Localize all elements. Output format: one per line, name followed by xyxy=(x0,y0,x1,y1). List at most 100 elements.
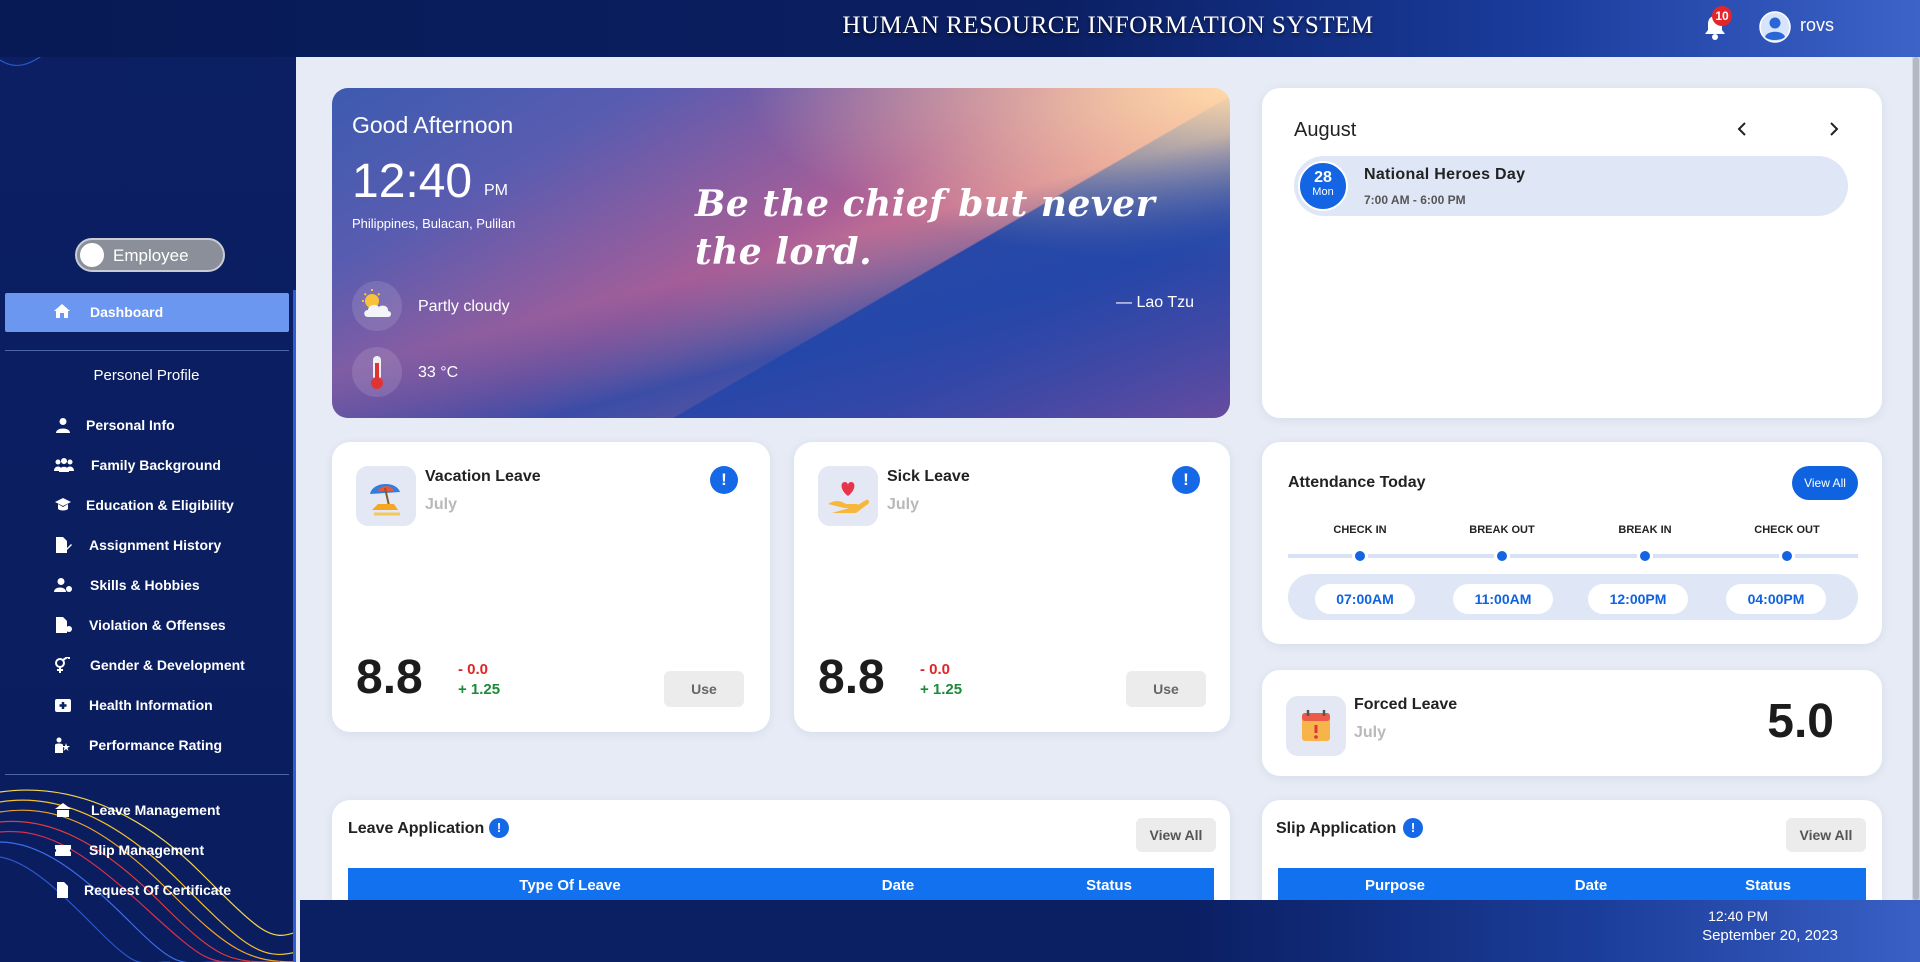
sidebar-item-slip-management[interactable]: Slip Management xyxy=(0,834,290,866)
timeline-dot xyxy=(1352,548,1368,564)
ticket-icon xyxy=(55,845,71,856)
beach-umbrella-icon xyxy=(356,466,416,526)
attendance-times: 07:00AM 11:00AM 12:00PM 04:00PM xyxy=(1288,574,1858,620)
user-gear-icon xyxy=(54,578,72,592)
leave-icon xyxy=(55,803,71,817)
user-avatar-icon[interactable] xyxy=(1759,11,1791,43)
current-time: 12:40 xyxy=(352,155,473,208)
leave-application-info-icon[interactable]: ! xyxy=(489,818,509,838)
timeline-dot xyxy=(1637,548,1653,564)
check-in-time: 07:00AM xyxy=(1315,584,1415,614)
leave-application-title: Leave Application xyxy=(348,820,485,837)
sidebar-item-education-eligibility[interactable]: Education & Eligibility xyxy=(0,489,290,521)
sidebar-item-label: Education & Eligibility xyxy=(86,497,234,513)
vacation-leave-title: Vacation Leave xyxy=(425,468,541,485)
vacation-leave-month: July xyxy=(425,496,458,513)
chevron-left-icon[interactable] xyxy=(1732,118,1754,140)
event-name: National Heroes Day xyxy=(1364,166,1526,183)
vacation-leave-accrual: + 1.25 xyxy=(458,681,501,698)
sidebar-item-assignment-history[interactable]: Assignment History xyxy=(0,529,290,561)
break-out-time: 11:00AM xyxy=(1453,584,1553,614)
sick-leave-balance: 8.8 xyxy=(818,651,885,704)
forced-leave-title: Forced Leave xyxy=(1354,696,1458,713)
sidebar-item-health-information[interactable]: Health Information xyxy=(0,689,290,721)
certificate-icon xyxy=(57,882,68,898)
top-bar xyxy=(0,0,1920,57)
partly-cloudy-icon xyxy=(352,281,402,331)
leave-application-table-header: Type Of Leave Date Status xyxy=(348,868,1214,904)
sidebar: Employee Dashboard Personel Profile Pers… xyxy=(0,0,296,962)
section-title-personel-profile: Personel Profile xyxy=(93,367,200,384)
chevron-right-icon[interactable] xyxy=(1822,118,1844,140)
weather-text: Partly cloudy xyxy=(418,298,510,315)
sidebar-edge xyxy=(293,290,296,962)
scrollbar-thumb[interactable] xyxy=(1913,57,1919,900)
sick-leave-deduction: - 0.0 xyxy=(920,661,951,678)
column-header-date: Date xyxy=(881,877,915,894)
current-ampm: PM xyxy=(484,182,508,199)
column-header-status: Status xyxy=(1745,877,1791,894)
quote-author: — Lao Tzu xyxy=(1116,294,1194,311)
sidebar-item-skills-hobbies[interactable]: Skills & Hobbies xyxy=(0,569,290,601)
calendar-event[interactable]: 28 Mon National Heroes Day 7:00 AM - 6:0… xyxy=(1294,156,1848,216)
sick-leave-card: Sick Leave July ! 8.8 - 0.0 + 1.25 Use xyxy=(794,442,1230,732)
column-header-type-of-leave: Type Of Leave xyxy=(519,877,621,894)
slip-application-info-icon[interactable]: ! xyxy=(1403,818,1423,838)
sidebar-item-label: Gender & Development xyxy=(90,657,245,673)
location-text: Philippines, Bulacan, Pulilan xyxy=(352,216,516,231)
quote-text: Be the chief but never the lord. xyxy=(695,183,1156,273)
graduation-icon xyxy=(55,498,71,511)
check-out-time: 04:00PM xyxy=(1726,584,1826,614)
column-header-date: Date xyxy=(1574,877,1608,894)
vacation-leave-info-icon[interactable]: ! xyxy=(710,466,738,494)
sidebar-item-label: Health Information xyxy=(89,697,213,713)
sidebar-item-label: Dashboard xyxy=(90,304,164,320)
sidebar-item-request-of-certificate[interactable]: Request Of Certificate xyxy=(0,874,290,906)
sidebar-item-label: Performance Rating xyxy=(89,737,223,753)
user-name[interactable]: rovs xyxy=(1800,15,1834,36)
attendance-col-break-out: BREAK OUT xyxy=(1469,524,1535,536)
rating-icon xyxy=(55,737,70,753)
notification-badge: 10 xyxy=(1712,6,1732,26)
sick-leave-month: July xyxy=(887,496,920,513)
sidebar-item-leave-management[interactable]: Leave Management xyxy=(0,794,290,826)
sidebar-item-label: Violation & Offenses xyxy=(89,617,226,633)
sidebar-divider xyxy=(5,350,289,351)
sidebar-item-violation-offenses[interactable]: Violation & Offenses xyxy=(0,609,290,641)
attendance-timeline xyxy=(1288,554,1858,558)
footer-time: 12:40 PM xyxy=(1708,908,1768,924)
sidebar-item-dashboard[interactable]: Dashboard xyxy=(5,293,289,332)
attendance-card: Attendance Today View All CHECK IN BREAK… xyxy=(1262,442,1882,644)
event-day: 28 xyxy=(1314,169,1332,186)
role-toggle-label: Employee xyxy=(113,246,189,265)
sidebar-item-family-background[interactable]: Family Background xyxy=(0,449,290,481)
calendar-alert-icon xyxy=(1286,696,1346,756)
sick-leave-info-icon[interactable]: ! xyxy=(1172,466,1200,494)
timeline-dot xyxy=(1779,548,1795,564)
forced-leave-month: July xyxy=(1354,724,1387,741)
sidebar-item-performance-rating[interactable]: Performance Rating xyxy=(0,729,290,761)
medical-icon xyxy=(55,699,71,712)
slip-application-table-header: Purpose Date Status xyxy=(1278,868,1866,904)
attendance-view-all-button[interactable]: View All xyxy=(1792,466,1858,500)
sidebar-item-label: Request Of Certificate xyxy=(84,882,232,898)
slip-application-view-all-button[interactable]: View All xyxy=(1786,818,1866,852)
sick-leave-use-button[interactable]: Use xyxy=(1126,671,1206,707)
timeline-dot xyxy=(1494,548,1510,564)
vacation-leave-deduction: - 0.0 xyxy=(458,661,489,678)
sidebar-item-personal-info[interactable]: Personal Info xyxy=(0,409,290,441)
file-alert-icon xyxy=(56,617,72,633)
event-date-badge: 28 Mon xyxy=(1298,161,1348,211)
sidebar-item-gender-development[interactable]: Gender & Development xyxy=(0,649,290,681)
sidebar-item-label: Skills & Hobbies xyxy=(90,577,200,593)
calendar-card: August 28 Mon National Heroes Day 7:00 A… xyxy=(1262,88,1882,418)
role-toggle[interactable]: Employee xyxy=(75,238,225,272)
sidebar-divider xyxy=(5,774,289,775)
leave-application-view-all-button[interactable]: View All xyxy=(1136,818,1216,852)
greeting-card: Good Afternoon 12:40 PM Philippines, Bul… xyxy=(332,88,1230,418)
sick-leave-title: Sick Leave xyxy=(887,468,970,485)
vacation-leave-use-button[interactable]: Use xyxy=(664,671,744,707)
toggle-knob xyxy=(80,243,104,267)
vacation-leave-card: Vacation Leave July ! 8.8 - 0.0 + 1.25 U… xyxy=(332,442,770,732)
home-icon xyxy=(54,304,70,318)
